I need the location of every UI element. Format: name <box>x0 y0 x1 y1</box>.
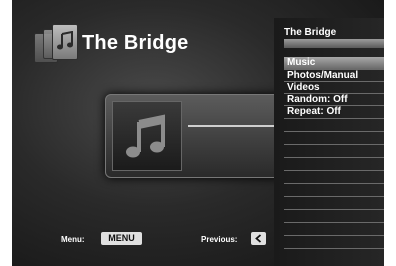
menu-divider <box>284 144 384 145</box>
menu-panel: The Bridge Music Photos/Manual Videos Ra… <box>274 18 384 266</box>
menu-divider <box>284 248 384 249</box>
menu-divider <box>284 157 384 158</box>
menu-button[interactable]: MENU <box>101 232 142 245</box>
menu-divider <box>284 69 384 70</box>
menu-divider <box>284 118 384 119</box>
chevron-left-icon <box>255 234 262 243</box>
menu-divider <box>284 235 384 236</box>
menu-divider <box>284 105 384 106</box>
menu-divider <box>284 131 384 132</box>
previous-button[interactable] <box>251 232 266 245</box>
panel-title: The Bridge <box>284 27 337 38</box>
music-note-icon <box>126 114 165 158</box>
media-stack-icon <box>34 24 78 63</box>
menu-divider <box>284 93 384 94</box>
logo-music-note-icon <box>57 31 73 50</box>
panel-title-bar <box>284 39 384 48</box>
screen: The Bridge The Bridge Music Photos/Manua… <box>0 0 396 266</box>
menu-item-music[interactable]: Music <box>284 57 384 69</box>
menu-divider <box>284 81 384 82</box>
menu-divider <box>284 222 384 223</box>
menu-divider <box>284 170 384 171</box>
album-art <box>112 101 182 171</box>
logo-card-front <box>52 24 78 60</box>
header: The Bridge <box>34 23 188 63</box>
tv-screen: The Bridge The Bridge Music Photos/Manua… <box>12 0 384 266</box>
app-title: The Bridge <box>82 31 189 54</box>
menu-divider <box>284 209 384 210</box>
menu-hint-label: Menu: <box>61 235 85 244</box>
menu-divider <box>284 183 384 184</box>
menu-divider <box>284 196 384 197</box>
previous-hint-label: Previous: <box>201 235 238 244</box>
menu-item-repeat[interactable]: Repeat: Off <box>284 106 384 118</box>
